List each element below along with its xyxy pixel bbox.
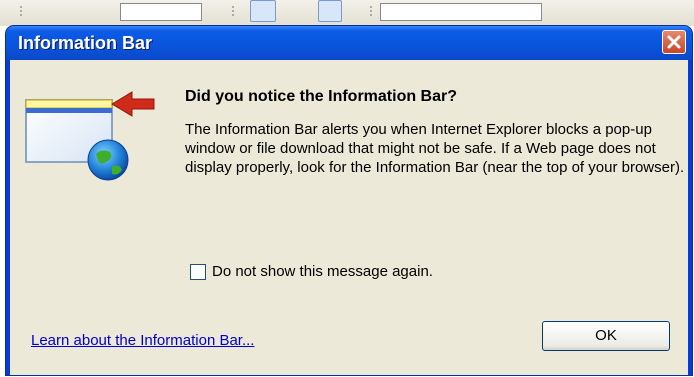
ok-button[interactable]: OK <box>542 321 670 351</box>
dialog-titlebar: Information Bar <box>6 26 692 60</box>
dialog-message: The Information Bar alerts you when Inte… <box>185 121 685 176</box>
do-not-show-label[interactable]: Do not show this message again. <box>212 263 433 280</box>
information-bar-illustration-icon <box>25 91 155 181</box>
background-toolbar-button <box>318 0 342 22</box>
close-icon <box>667 35 681 49</box>
toolbar-grip <box>232 6 234 18</box>
background-field <box>120 3 202 21</box>
dialog-body: Did you notice the Information Bar? The … <box>10 60 688 375</box>
background-toolbar-button <box>250 0 276 22</box>
information-bar-dialog: Information Bar Did you notice the Infor… <box>6 26 692 375</box>
background-toolbar <box>0 0 694 26</box>
learn-about-link[interactable]: Learn about the Information Bar... <box>31 332 254 349</box>
close-button[interactable] <box>662 30 686 54</box>
toolbar-grip <box>20 6 22 18</box>
toolbar-grip <box>370 6 372 18</box>
dialog-heading: Did you notice the Information Bar? <box>185 88 458 105</box>
background-field <box>380 3 542 21</box>
do-not-show-checkbox[interactable] <box>190 264 206 280</box>
dialog-title: Information Bar <box>18 33 153 53</box>
